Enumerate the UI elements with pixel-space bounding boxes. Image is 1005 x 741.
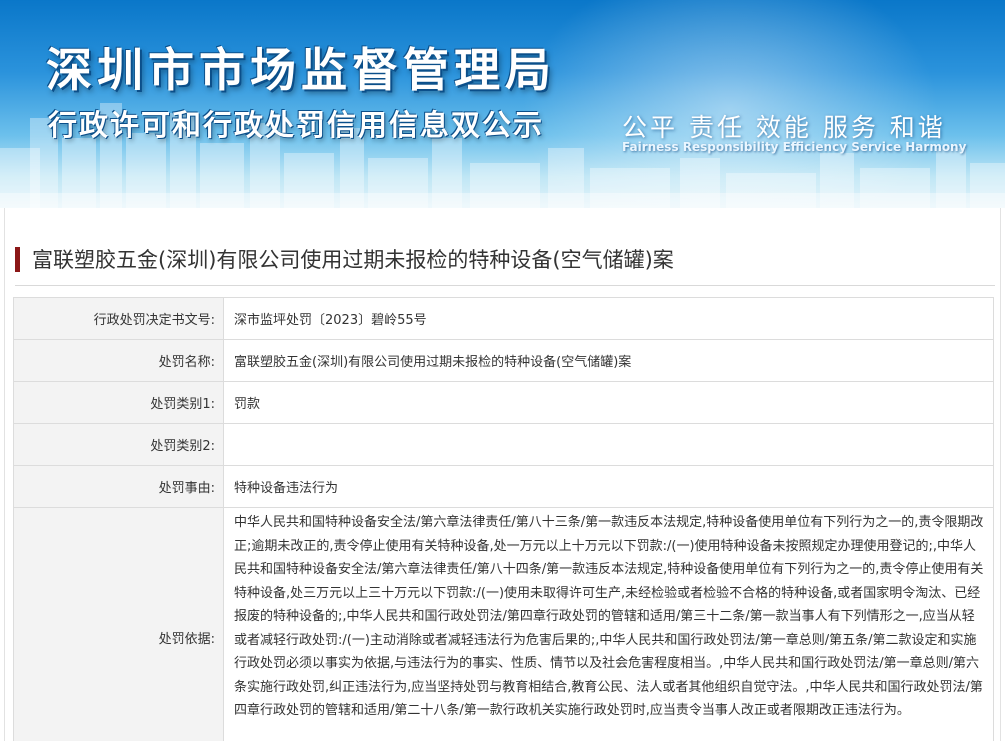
table-row: 处罚事由: 特种设备违法行为	[13, 465, 994, 508]
row-value: 深市监坪处罚〔2023〕碧岭55号	[223, 297, 994, 340]
title-accent-bar	[15, 247, 20, 272]
row-label: 处罚依据:	[13, 507, 224, 741]
row-value: 中华人民共和国特种设备安全法/第六章法律责任/第八十三条/第一款违反本法规定,特…	[223, 507, 994, 741]
case-title: 富联塑胶五金(深圳)有限公司使用过期未报检的特种设备(空气储罐)案	[32, 248, 674, 272]
site-subtitle: 行政许可和行政处罚信用信息双公示	[48, 108, 545, 142]
case-title-section: 富联塑胶五金(深圳)有限公司使用过期未报检的特种设备(空气储罐)案	[15, 244, 995, 286]
table-row: 处罚类别1: 罚款	[13, 381, 994, 424]
row-value	[223, 423, 994, 466]
slogan-chinese: 公平 责任 效能 服务 和谐	[622, 113, 946, 142]
row-label: 行政处罚决定书文号:	[13, 297, 224, 340]
table-row: 处罚类别2:	[13, 423, 994, 466]
row-value: 罚款	[223, 381, 994, 424]
row-value: 富联塑胶五金(深圳)有限公司使用过期未报检的特种设备(空气储罐)案	[223, 339, 994, 382]
row-label: 处罚类别1:	[13, 381, 224, 424]
site-banner: 深圳市市场监督管理局 行政许可和行政处罚信用信息双公示 公平 责任 效能 服务 …	[0, 0, 1005, 208]
table-row: 处罚名称: 富联塑胶五金(深圳)有限公司使用过期未报检的特种设备(空气储罐)案	[13, 339, 994, 382]
penalty-info-table: 行政处罚决定书文号: 深市监坪处罚〔2023〕碧岭55号 处罚名称: 富联塑胶五…	[13, 297, 994, 741]
row-label: 处罚类别2:	[13, 423, 224, 466]
content-panel: 富联塑胶五金(深圳)有限公司使用过期未报检的特种设备(空气储罐)案 行政处罚决定…	[4, 208, 1001, 741]
row-label: 处罚名称:	[13, 339, 224, 382]
row-value: 特种设备违法行为	[223, 465, 994, 508]
table-row: 处罚依据: 中华人民共和国特种设备安全法/第六章法律责任/第八十三条/第一款违反…	[13, 507, 994, 741]
site-title: 深圳市市场监督管理局	[46, 43, 556, 97]
slogan-english: Fairness Responsibility Efficiency Servi…	[622, 140, 967, 154]
table-row: 行政处罚决定书文号: 深市监坪处罚〔2023〕碧岭55号	[13, 297, 994, 340]
row-label: 处罚事由:	[13, 465, 224, 508]
